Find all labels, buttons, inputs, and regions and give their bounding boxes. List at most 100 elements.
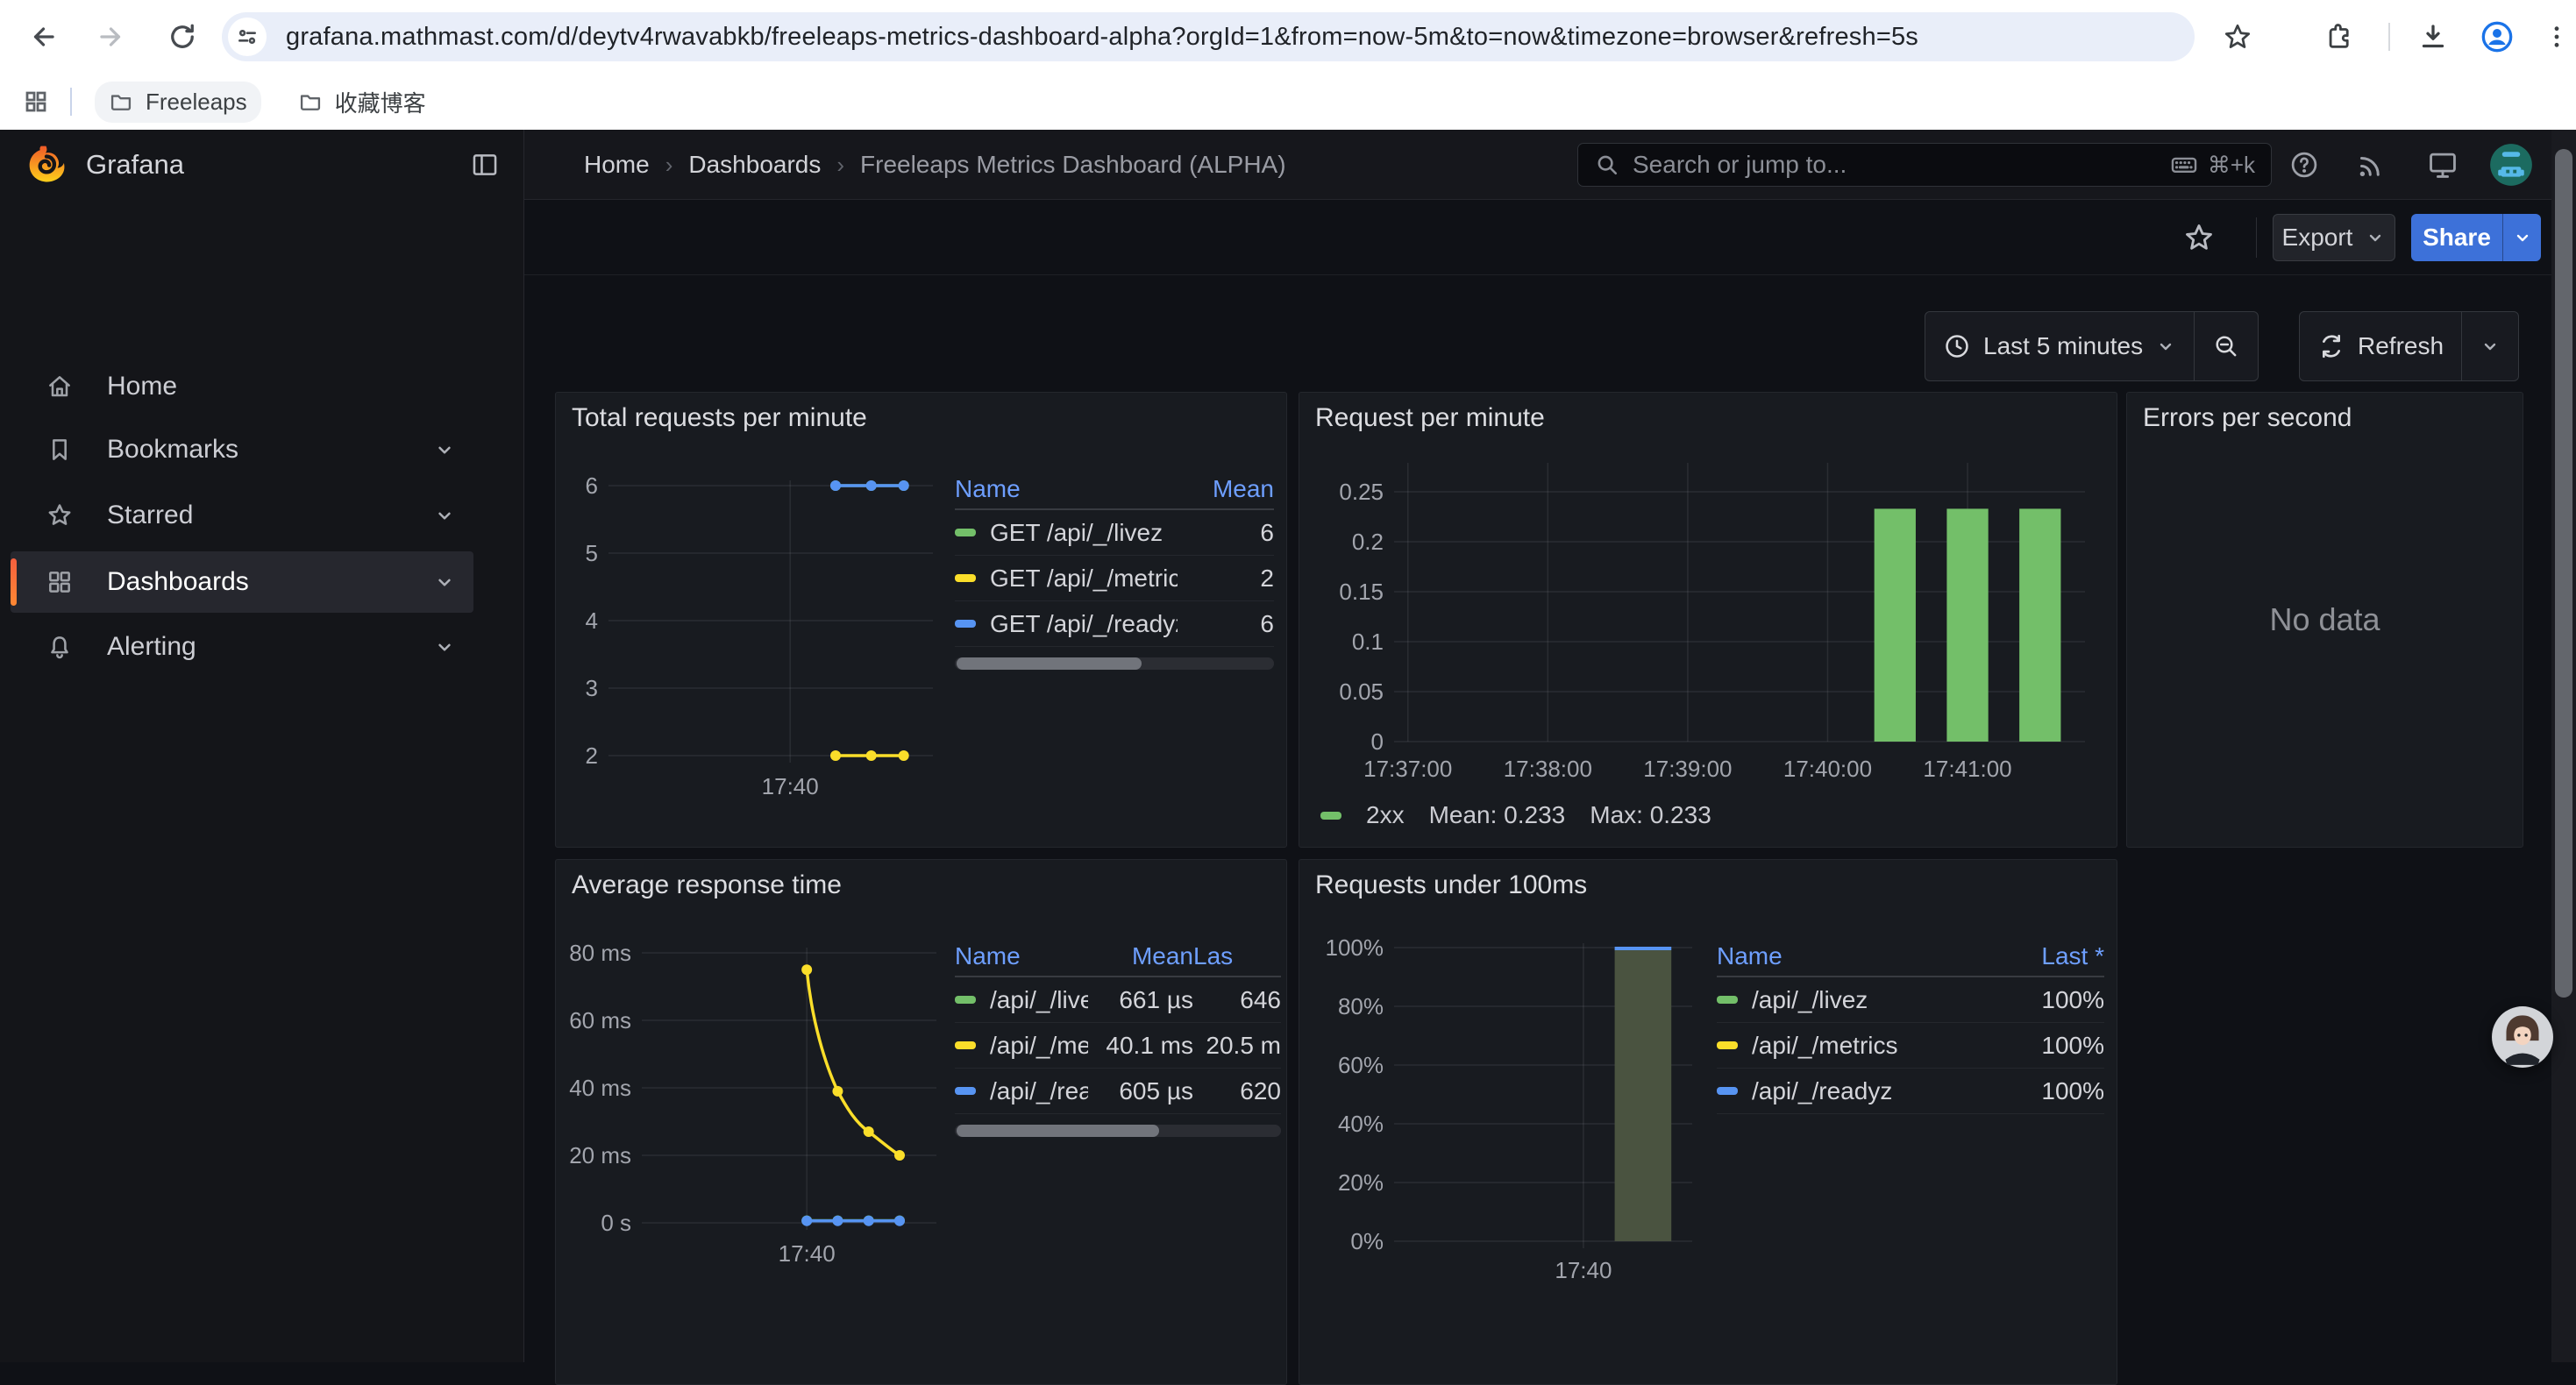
series-color-swatch [1717, 996, 1738, 1004]
user-avatar[interactable] [2485, 130, 2537, 200]
chevron-down-icon[interactable] [433, 636, 456, 658]
apps-grid-icon[interactable] [23, 89, 49, 115]
legend-scrollbar-thumb[interactable] [957, 1125, 1159, 1137]
chevron-down-icon[interactable] [433, 438, 456, 461]
series-color-swatch [1717, 1087, 1738, 1095]
breadcrumb-item[interactable]: Dashboards [688, 151, 821, 179]
export-button[interactable]: Export [2273, 214, 2395, 261]
share-menu-button[interactable] [2502, 214, 2541, 261]
legend-scrollbar-thumb[interactable] [957, 657, 1142, 670]
svg-text:17:40: 17:40 [762, 773, 819, 799]
site-info-icon[interactable] [228, 18, 267, 56]
search-icon [1594, 152, 1620, 178]
legend-series-name[interactable]: /api/_/readyz [955, 1069, 1088, 1114]
time-range-picker[interactable]: Last 5 minutes [1925, 312, 2194, 380]
breadcrumb-item[interactable]: Home [584, 151, 650, 179]
grafana-sidebar: Home Bookmarks StarredDashboardsAlerting [0, 130, 524, 1362]
url-bar[interactable]: grafana.mathmast.com/d/deytv4rwavabkb/fr… [222, 12, 2195, 61]
panel-title[interactable]: Average response time [572, 870, 842, 900]
download-icon[interactable] [2409, 12, 2458, 61]
legend-value: 620 [1193, 1069, 1281, 1114]
svg-text:0: 0 [1371, 728, 1384, 755]
sidebar-item-starred[interactable]: Starred [11, 485, 473, 546]
favorite-star-icon[interactable] [2173, 200, 2225, 275]
legend-series-name[interactable]: /api/_/readyz [1717, 1069, 2008, 1114]
refresh-button[interactable]: Refresh [2300, 312, 2461, 380]
svg-text:4: 4 [586, 607, 598, 634]
bookmark-item[interactable]: Freeleaps [95, 82, 261, 123]
forward-icon[interactable] [88, 12, 137, 61]
brand-name[interactable]: Grafana [86, 149, 184, 181]
sidebar-item-home[interactable]: Home [11, 356, 473, 417]
dashboard-actions-row: Export Share [524, 200, 2576, 275]
active-indicator [11, 558, 17, 606]
legend-header: Las [1193, 937, 1281, 977]
news-rss-icon[interactable] [2345, 130, 2397, 200]
browser-menu-icon[interactable] [2532, 12, 2576, 61]
legend-header: Last * [2008, 937, 2104, 977]
profile-icon[interactable] [2473, 12, 2522, 61]
legend-series-name[interactable]: /api/_/livez [955, 977, 1088, 1023]
legend-text[interactable]: Mean: 0.233 [1429, 801, 1566, 829]
extensions-icon[interactable] [2315, 12, 2364, 61]
legend-scrollbar[interactable] [955, 657, 1274, 670]
chevron-down-icon[interactable] [433, 504, 456, 527]
legend-value: 646 [1193, 977, 1281, 1023]
refresh-icon [2317, 332, 2345, 360]
legend-value: 661 µs [1088, 977, 1193, 1023]
sidebar-item-dashboards[interactable]: Dashboards [11, 551, 473, 613]
bookmark-item[interactable]: 收藏博客 [284, 79, 440, 125]
toolbar-separator [2388, 23, 2390, 51]
legend-series-name[interactable]: /api/_/metrics [955, 1023, 1088, 1069]
zoom-out-button[interactable] [2195, 312, 2258, 380]
time-range-label: Last 5 minutes [1983, 332, 2143, 360]
chart: 00.050.10.150.20.2517:37:0017:38:0017:39… [1306, 447, 2104, 793]
sidebar-item-alerting[interactable]: Alerting [11, 616, 473, 678]
legend-series-name[interactable]: GET /api/_/metrics [955, 556, 1178, 601]
legend-scrollbar[interactable] [955, 1125, 1281, 1137]
legend-series-name[interactable]: /api/_/livez [1717, 977, 2008, 1023]
dock-sidebar-icon[interactable] [470, 150, 500, 180]
svg-text:60 ms: 60 ms [569, 1007, 631, 1033]
page-scrollbar-thumb[interactable] [2555, 149, 2572, 998]
search-input[interactable]: Search or jump to... ⌘+k [1577, 143, 2272, 187]
sidebar-item-bookmarks[interactable]: Bookmarks [11, 419, 473, 480]
legend-series-name[interactable]: GET /api/_/livez [955, 510, 1178, 556]
panel-requests-under-100ms: Requests under 100ms100%80%60%40%20%0%17… [1299, 859, 2117, 1385]
reload-icon[interactable] [158, 12, 207, 61]
svg-text:17:41:00: 17:41:00 [1923, 756, 2011, 782]
legend-value: 605 µs [1088, 1069, 1193, 1114]
panel-legend: NameMeanLas/api/_/livez661 µs646/api/_/m… [955, 937, 1281, 1137]
breadcrumb-item[interactable]: Freeleaps Metrics Dashboard (ALPHA) [860, 151, 1286, 179]
legend-series-name[interactable]: GET /api/_/readyz [955, 601, 1178, 647]
panel-title[interactable]: Request per minute [1315, 403, 1545, 433]
svg-text:0.2: 0.2 [1352, 529, 1384, 555]
svg-text:5: 5 [586, 540, 598, 566]
legend-text[interactable]: 2xx [1366, 801, 1405, 829]
share-button[interactable]: Share [2411, 214, 2502, 261]
bookmark-label: 收藏博客 [335, 86, 426, 118]
panel-total-requests-per-minute: Total requests per minute6543217:40NameM… [555, 392, 1287, 848]
svg-text:80%: 80% [1338, 993, 1384, 1019]
chevron-down-icon[interactable] [433, 571, 456, 593]
monitor-icon[interactable] [2416, 130, 2469, 200]
svg-text:0 s: 0 s [601, 1210, 631, 1236]
panel-title[interactable]: Requests under 100ms [1315, 870, 1587, 900]
assistant-avatar[interactable] [2491, 1005, 2554, 1069]
panel-legend: 2xx Mean: 0.233 Max: 0.233 [1320, 801, 1711, 829]
url-text[interactable]: grafana.mathmast.com/d/deytv4rwavabkb/fr… [286, 23, 1918, 52]
legend-header: Mean [1178, 470, 1274, 510]
sidebar-item-label: Bookmarks [107, 435, 433, 465]
help-icon[interactable] [2278, 130, 2330, 200]
back-icon[interactable] [18, 12, 67, 61]
grid-icon [32, 568, 88, 596]
legend-text[interactable]: Max: 0.233 [1590, 801, 1711, 829]
refresh-interval-button[interactable] [2462, 312, 2518, 380]
panel-title[interactable]: Total requests per minute [572, 403, 867, 433]
home-icon [32, 373, 88, 401]
svg-text:40%: 40% [1338, 1111, 1384, 1137]
no-data-message: No data [2127, 393, 2523, 847]
legend-series-name[interactable]: /api/_/metrics [1717, 1023, 2008, 1069]
grafana-logo-icon[interactable] [26, 145, 67, 185]
bookmark-star-icon[interactable] [2213, 12, 2262, 61]
